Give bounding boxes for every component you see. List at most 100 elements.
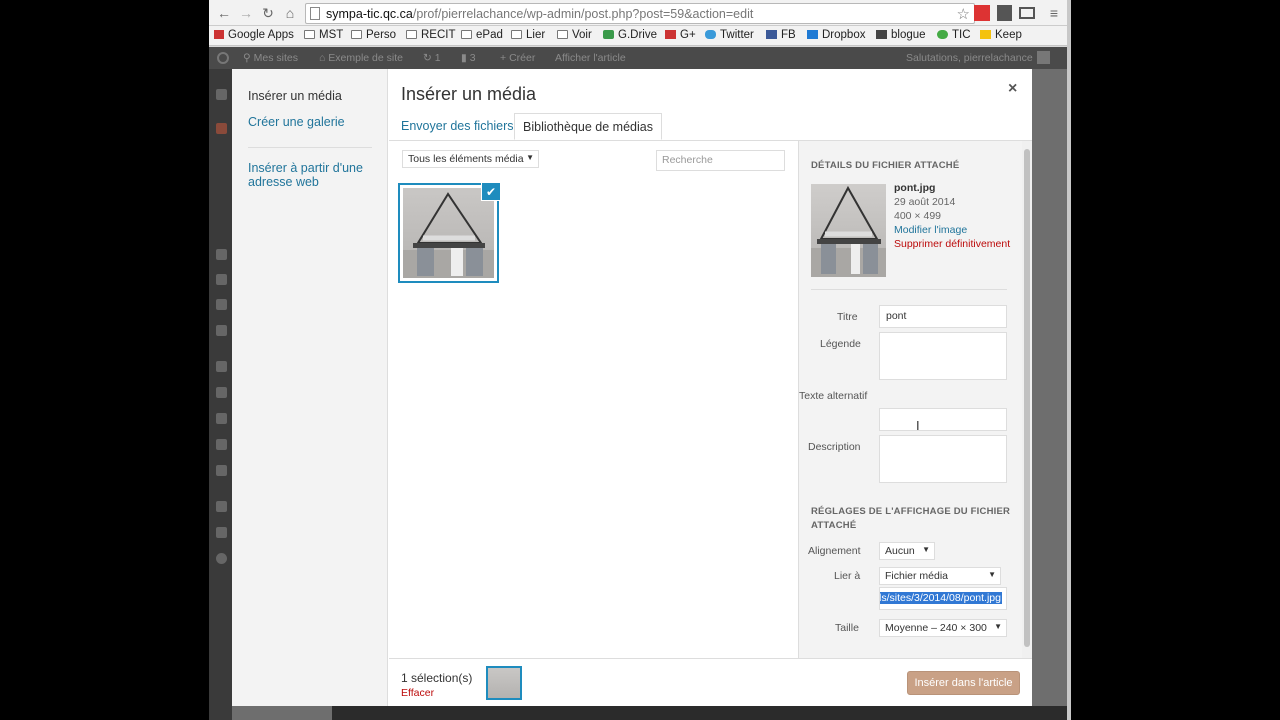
link-to-select[interactable]: Fichier média ▼ (879, 567, 1001, 585)
feedback-icon[interactable] (216, 325, 227, 336)
bookmark-recit[interactable]: RECIT (406, 29, 456, 41)
bookmark-tic[interactable]: TIC (937, 29, 971, 41)
home-icon[interactable]: ⌂ (281, 4, 299, 22)
bookmark-gdrive[interactable]: G.Drive (603, 29, 657, 41)
clear-selection-link[interactable]: Effacer (401, 687, 434, 699)
address-bar[interactable]: sympa-tic.qc.ca/prof/pierrelachance/wp-a… (305, 3, 975, 24)
account-greeting[interactable]: Salutations, pierrelachance (906, 52, 1033, 64)
scrollbar-thumb[interactable] (1024, 149, 1030, 647)
attachment-dimensions: 400 × 499 (894, 210, 942, 222)
bridge-photo-icon (403, 192, 494, 278)
tools-icon[interactable] (216, 439, 227, 450)
display-settings-heading: RÉGLAGES DE L'AFFICHAGE DU FICHIER (811, 506, 1011, 517)
pages-icon[interactable] (216, 274, 227, 285)
insert-into-post-button[interactable]: Insérer dans l'article (907, 671, 1020, 695)
my-sites-link[interactable]: ⚲ Mes sites (243, 52, 298, 64)
media-modal: Insérer un média Créer une galerie Insér… (232, 69, 1032, 706)
folder-icon (304, 30, 315, 39)
menu-create-gallery[interactable]: Créer une galerie (248, 115, 345, 129)
bookmark-star-icon[interactable]: ☆ (957, 5, 970, 23)
media-search-input[interactable]: Recherche (656, 150, 785, 171)
media-attachment-selected[interactable]: ✔ (398, 182, 501, 283)
bookmarks-bar: Google Apps MST Perso RECIT ePad Lier Vo… (209, 26, 1067, 46)
page-icon (310, 7, 320, 20)
text-cursor-icon: I (916, 418, 920, 433)
menu-insert-from-url[interactable]: Insérer à partir d'une adresse web (248, 161, 378, 189)
comments-link[interactable]: ▮ 3 (461, 52, 476, 64)
menu-insert-media[interactable]: Insérer un média (248, 89, 342, 103)
link-url-field[interactable]: ads/sites/3/2014/08/pont.jpg (879, 587, 1007, 610)
bookmark-voir[interactable]: Voir (557, 29, 592, 41)
details-heading: DÉTAILS DU FICHIER ATTACHÉ (811, 160, 960, 171)
delete-permanently-link[interactable]: Supprimer définitivement (894, 237, 1010, 251)
bridge-photo-icon (811, 185, 886, 277)
media-icon[interactable] (216, 249, 227, 260)
title-field[interactable]: pont (879, 305, 1007, 328)
dashboard-icon[interactable] (216, 89, 227, 100)
description-label: Description (808, 441, 861, 453)
selection-count: 1 sélection(s) (401, 671, 473, 685)
alt-text-field[interactable] (879, 408, 1007, 431)
facebook-icon (766, 30, 777, 39)
appearance-icon[interactable] (216, 361, 227, 372)
plugins-icon[interactable] (216, 387, 227, 398)
posts-icon[interactable] (216, 123, 227, 134)
tab-media-library[interactable]: Bibliothèque de médias (514, 113, 662, 140)
alignment-select[interactable]: Aucun ▼ (879, 542, 935, 560)
bookmark-blogue[interactable]: blogue (876, 29, 926, 41)
twitter-icon (705, 30, 716, 39)
bookmark-lier[interactable]: Lier (511, 29, 545, 41)
bookmark-fb[interactable]: FB (766, 29, 796, 41)
edit-image-link[interactable]: Modifier l'image (894, 223, 967, 237)
collapse-icon[interactable] (216, 553, 227, 564)
extension-film-icon[interactable] (997, 5, 1012, 21)
keep-icon (980, 30, 991, 39)
comments-icon[interactable] (216, 299, 227, 310)
media-type-filter[interactable]: Tous les éléments média ▼ (402, 150, 539, 168)
site-name-link[interactable]: ⌂ Exemple de site (319, 52, 403, 64)
bookmark-gplus[interactable]: G+ (665, 29, 696, 41)
alt-text-label: Texte alternatif (799, 390, 868, 402)
updates-link[interactable]: ↻ 1 (423, 52, 441, 64)
wordpress-logo-icon[interactable] (217, 52, 229, 64)
blog-icon (876, 30, 887, 39)
extra-icon[interactable] (216, 501, 227, 512)
bookmark-mst[interactable]: MST (304, 29, 343, 41)
tab-upload-files[interactable]: Envoyer des fichiers (393, 113, 522, 140)
close-icon[interactable]: × (1008, 80, 1017, 98)
view-post-link[interactable]: Afficher l'article (555, 52, 626, 64)
caption-label: Légende (820, 338, 861, 350)
description-field[interactable] (879, 435, 1007, 483)
bookmark-dropbox[interactable]: Dropbox (807, 29, 865, 41)
cast-icon[interactable] (1019, 7, 1035, 19)
chevron-down-icon: ▼ (922, 545, 930, 554)
browser-window: ← → ↻ ⌂ sympa-tic.qc.ca/prof/pierrelacha… (209, 0, 1067, 720)
chevron-down-icon: ▼ (988, 570, 996, 579)
caption-field[interactable] (879, 332, 1007, 380)
back-icon[interactable]: ← (215, 4, 233, 22)
checkmark-icon[interactable]: ✔ (481, 182, 501, 201)
reload-icon[interactable]: ↻ (259, 4, 277, 22)
bookmark-epad[interactable]: ePad (461, 29, 503, 41)
drive-icon (603, 30, 614, 39)
settings-icon[interactable] (216, 465, 227, 476)
attachment-filename: pont.jpg (894, 182, 936, 194)
bookmark-google-apps[interactable]: Google Apps (214, 29, 294, 41)
bookmark-twitter[interactable]: Twitter (705, 29, 754, 41)
details-scrollbar[interactable] (1022, 141, 1032, 658)
menu-icon[interactable]: ≡ (1045, 4, 1063, 22)
bookmark-perso[interactable]: Perso (351, 29, 396, 41)
extension-red-icon[interactable] (974, 5, 990, 21)
folder-icon (406, 30, 417, 39)
avatar[interactable] (1037, 51, 1050, 64)
size-select[interactable]: Moyenne – 240 × 300 ▼ (879, 619, 1007, 637)
selection-thumbnail[interactable] (486, 666, 522, 700)
folder-icon (351, 30, 362, 39)
bookmark-keep[interactable]: Keep (980, 29, 1022, 41)
browser-toolbar: ← → ↻ ⌂ sympa-tic.qc.ca/prof/pierrelacha… (209, 0, 1067, 26)
users-icon[interactable] (216, 413, 227, 424)
new-content-link[interactable]: + Créer (500, 52, 535, 64)
forward-icon[interactable]: → (237, 4, 255, 22)
display-settings-heading-cont: ATTACHÉ (811, 520, 857, 531)
mobile-icon[interactable] (216, 527, 227, 538)
